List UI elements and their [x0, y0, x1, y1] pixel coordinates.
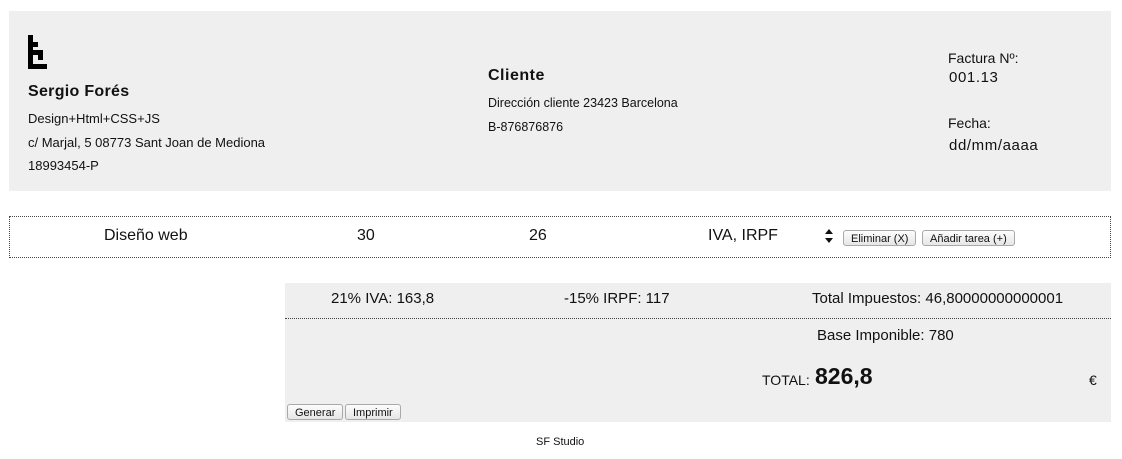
invoice-number-label: Factura Nº: — [948, 50, 1019, 66]
invoice-date[interactable]: dd/mm/aaaa — [949, 137, 1038, 154]
invoice-number[interactable]: 001.13 — [949, 69, 998, 86]
invoice-date-label: Fecha: — [948, 115, 991, 131]
sender-address: c/ Marjal, 5 08773 Sant Joan de Mediona — [28, 135, 266, 150]
generate-button[interactable]: Generar — [287, 404, 344, 420]
print-button[interactable]: Imprimir — [345, 404, 401, 420]
client-title: Cliente — [488, 67, 545, 84]
delete-task-button[interactable]: Eliminar (X) — [843, 230, 917, 246]
task-row: Diseño web 30 26 IVA, IRPF Eliminar (X) … — [9, 216, 1111, 258]
task-tax-select[interactable]: IVA, IRPF — [708, 227, 778, 245]
irpf-total: -15% IRPF: 117 — [564, 290, 670, 307]
client-address: Dirección cliente 23423 Barcelona — [488, 96, 678, 110]
iva-total: 21% IVA: 163,8 — [331, 290, 435, 307]
taxable-base: Base Imponible: 780 — [817, 327, 954, 344]
total-taxes: Total Impuestos: 46,80000000000001 — [812, 290, 1064, 307]
currency-symbol: € — [1089, 372, 1097, 388]
select-arrows-icon[interactable] — [824, 228, 834, 244]
task-rate[interactable]: 26 — [529, 227, 547, 245]
client-tax-id: B-876876876 — [488, 120, 564, 134]
invoice-header: Sergio Forés Design+Html+CSS+JS c/ Marja… — [9, 11, 1111, 191]
task-description[interactable]: Diseño web — [104, 227, 188, 245]
total-label: TOTAL: — [762, 372, 810, 388]
sender-tax-id: 18993454-P — [28, 158, 99, 173]
total-value: 826,8 — [815, 363, 873, 389]
studio-logo-icon — [28, 35, 47, 69]
task-hours[interactable]: 30 — [357, 227, 375, 245]
totals-divider — [285, 318, 1111, 319]
footer-studio-name: SF Studio — [536, 436, 585, 448]
add-task-button[interactable]: Añadir tarea (+) — [922, 230, 1015, 246]
totals-panel: 21% IVA: 163,8 -15% IRPF: 117 Total Impu… — [285, 283, 1111, 422]
sender-role: Design+Html+CSS+JS — [28, 111, 160, 126]
sender-name: Sergio Forés — [28, 83, 130, 100]
